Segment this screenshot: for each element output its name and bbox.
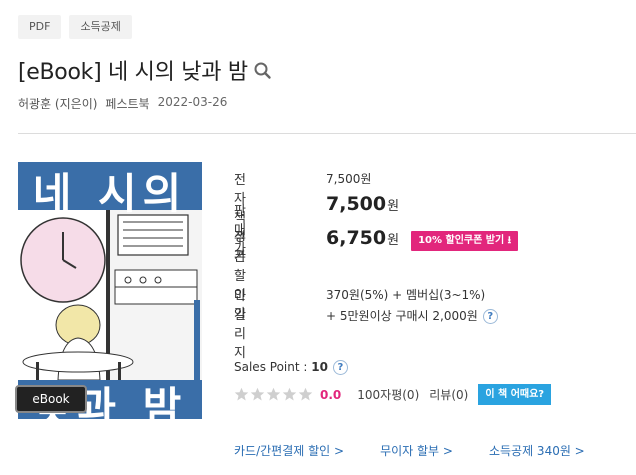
star-rating bbox=[234, 387, 314, 402]
mileage-line-2-wrap: + 5만원이상 구매시 2,000원? bbox=[326, 307, 498, 324]
tag-pdf[interactable]: PDF bbox=[18, 15, 62, 39]
author-link[interactable]: 허광훈 (지은이) bbox=[18, 95, 97, 112]
installment-link[interactable]: 무이자 할부 > bbox=[380, 442, 453, 459]
star-icon bbox=[298, 387, 313, 401]
mileage-help-icon[interactable]: ? bbox=[482, 309, 498, 324]
sales-point-help-icon[interactable]: ? bbox=[332, 360, 348, 375]
mileage-label: 마일리지 bbox=[234, 289, 246, 361]
coupon-price-value: 6,750 bbox=[326, 227, 387, 249]
star-icon bbox=[282, 387, 297, 401]
review-link[interactable]: 리뷰(0) bbox=[429, 386, 468, 403]
coupon-price-unit: 원 bbox=[387, 233, 400, 248]
coupon-price: 6,750원 10% 할인쿠폰 받기 ⭳ bbox=[326, 227, 519, 251]
mileage-line-2: + 5만원이상 구매시 2,000원 bbox=[326, 309, 478, 323]
cover-illustration bbox=[18, 210, 202, 380]
cover-title-top: 네 시의 bbox=[32, 169, 188, 218]
ebook-badge: eBook bbox=[15, 385, 87, 413]
sales-point-value: 10 bbox=[311, 360, 328, 374]
sales-point-label: Sales Point : bbox=[234, 360, 312, 374]
mileage-line-1: 370원(5%) + 멤버십(3~1%) bbox=[326, 288, 486, 302]
sale-price: 7,500원 bbox=[326, 193, 399, 215]
star-icon bbox=[266, 387, 281, 401]
rating-row: 0.0 100자평(0) 리뷰(0) 이 책 어때요? bbox=[234, 384, 552, 405]
list-price-value: 7,500원 bbox=[326, 172, 372, 186]
tag-list: PDF 소득공제 bbox=[18, 15, 132, 39]
sale-price-unit: 원 bbox=[387, 199, 400, 214]
title-row: [eBook] 네 시의 낮과 밤 bbox=[18, 54, 273, 86]
star-icon bbox=[234, 387, 249, 401]
book-meta: 허광훈 (지은이) 페스트북 2022-03-26 bbox=[18, 95, 227, 112]
page-title: [eBook] 네 시의 낮과 밤 bbox=[18, 60, 248, 85]
publish-date: 2022-03-26 bbox=[157, 95, 228, 109]
card-discount-link[interactable]: 카드/간편결제 할인 > bbox=[234, 442, 344, 459]
tax-deduction-link[interactable]: 소득공제 340원 > bbox=[489, 442, 585, 459]
rating-score: 0.0 bbox=[320, 387, 342, 402]
benefit-links: 카드/간편결제 할인 > 무이자 할부 > 소득공제 340원 > bbox=[234, 442, 621, 459]
publisher-link[interactable]: 페스트북 bbox=[105, 95, 149, 112]
how-is-this-book-button[interactable]: 이 책 어때요? bbox=[478, 384, 552, 405]
sale-price-value: 7,500 bbox=[326, 193, 387, 215]
short-review-link[interactable]: 100자평(0) bbox=[357, 386, 419, 403]
book-cover[interactable]: 네 시의 낮과 밤 bbox=[18, 162, 202, 419]
search-icon[interactable] bbox=[253, 60, 273, 80]
tag-tax-deduction[interactable]: 소득공제 bbox=[69, 15, 132, 39]
sales-point: Sales Point : 10? bbox=[234, 360, 348, 375]
divider bbox=[18, 133, 636, 134]
star-icon bbox=[250, 387, 265, 401]
coupon-download-button[interactable]: 10% 할인쿠폰 받기 ⭳ bbox=[411, 230, 519, 251]
